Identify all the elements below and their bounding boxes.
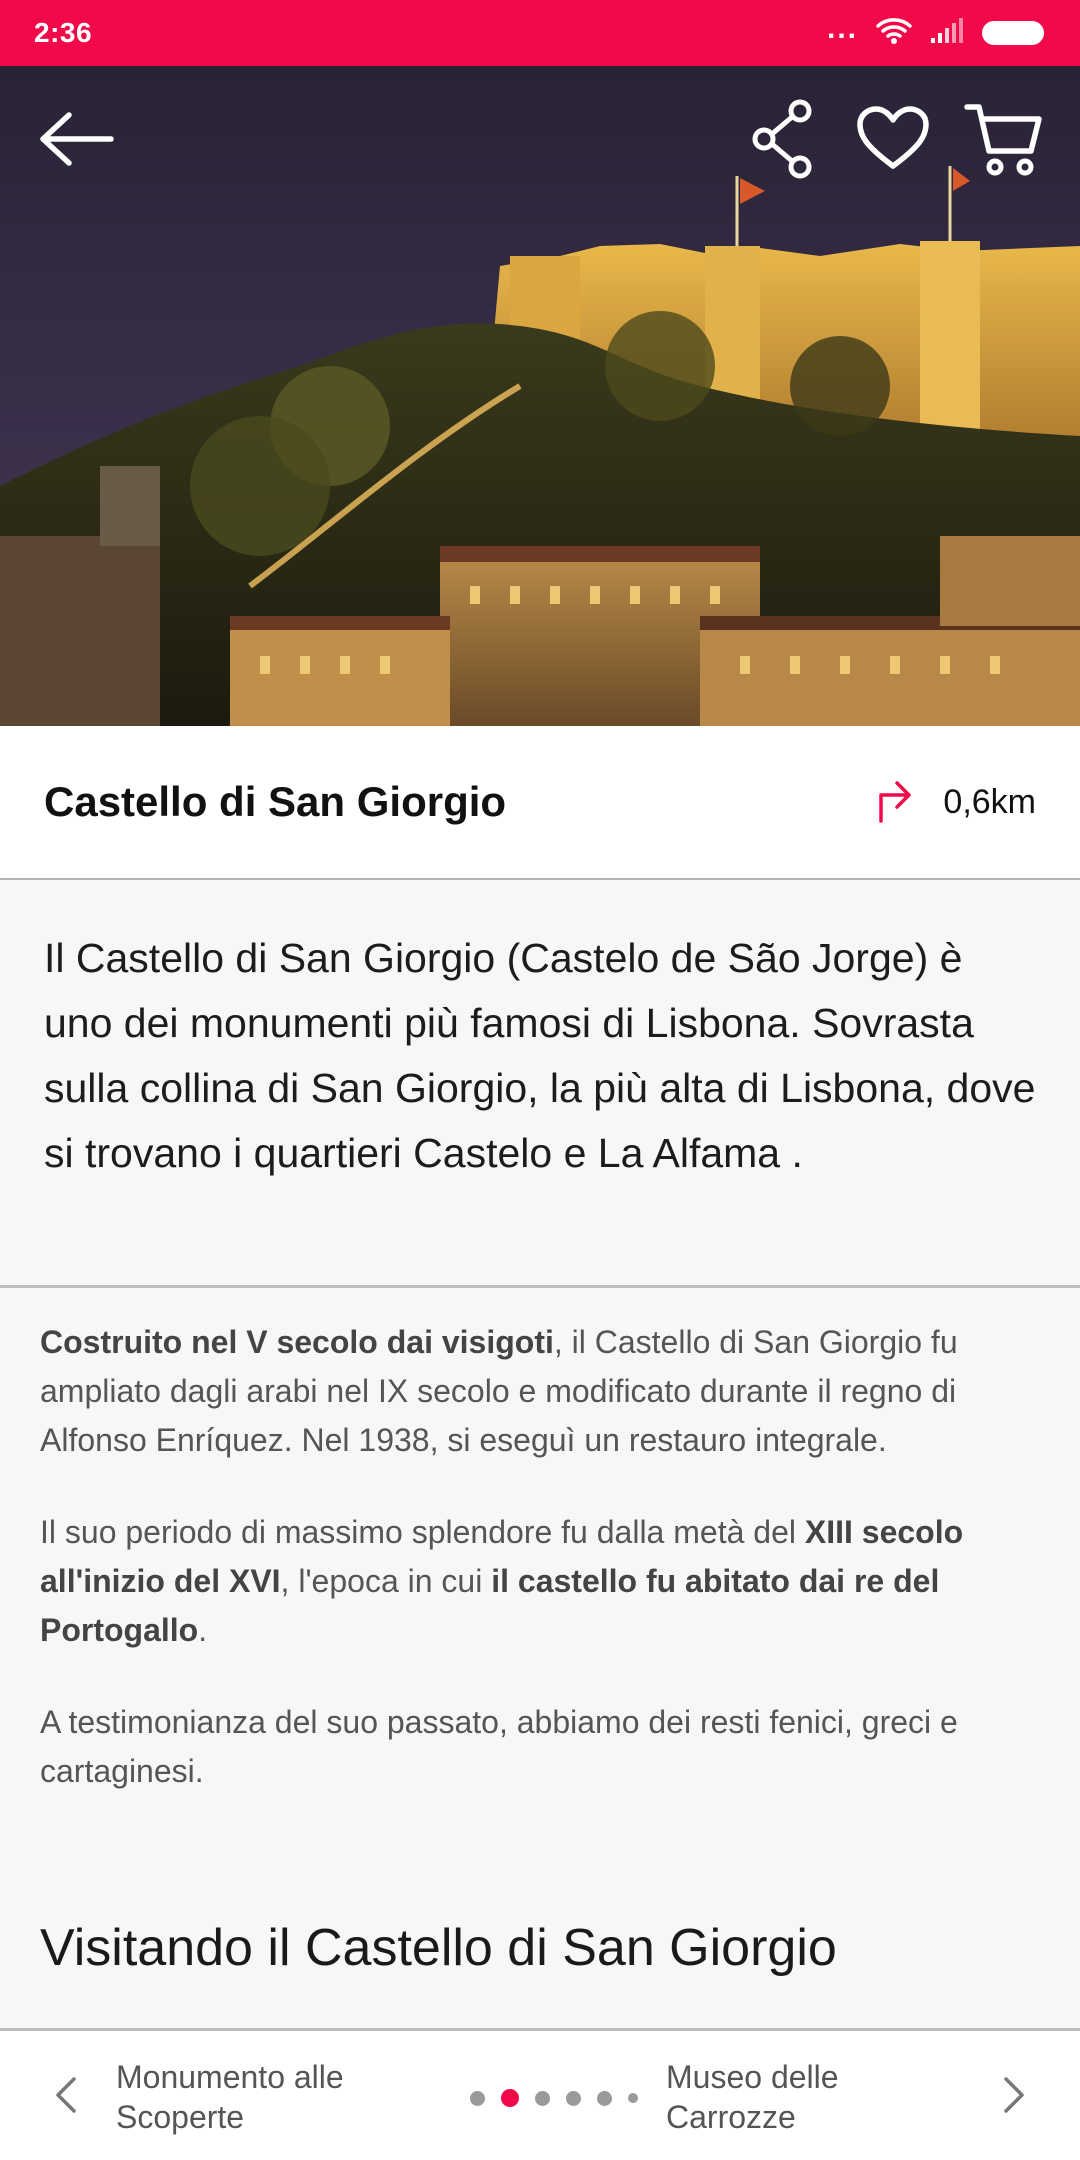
paragraph-2-c: , l'epoca in cui bbox=[280, 1563, 492, 1599]
pager-dot bbox=[566, 2090, 581, 2106]
previous-item-link[interactable]: Monumento alle Scoperte bbox=[116, 2057, 416, 2137]
status-bar: 2:36 ... bbox=[0, 0, 1080, 66]
paragraph-1-bold: Costruito nel V secolo dai visigoti bbox=[40, 1324, 554, 1360]
battery-icon bbox=[982, 21, 1044, 45]
intro-text: Il Castello di San Giorgio (Castelo de S… bbox=[44, 935, 1036, 1176]
page-indicator bbox=[470, 2089, 638, 2107]
paragraph-1: Costruito nel V secolo dai visigoti, il … bbox=[40, 1318, 1040, 1465]
status-time: 2:36 bbox=[34, 17, 93, 48]
pager-dot bbox=[501, 2089, 519, 2107]
pager-dot bbox=[470, 2090, 485, 2106]
wifi-icon bbox=[876, 17, 912, 50]
title-row: Castello di San Giorgio 0,6km bbox=[0, 726, 1080, 880]
more-dots: ... bbox=[826, 12, 858, 45]
paragraph-2: Il suo periodo di massimo splendore fu d… bbox=[40, 1508, 1040, 1655]
heart-icon bbox=[856, 105, 930, 177]
intro-section: Il Castello di San Giorgio (Castelo de S… bbox=[0, 880, 1080, 1288]
pager-dot bbox=[535, 2090, 550, 2106]
bottom-nav: Monumento alle Scoperte Museo delle Carr… bbox=[0, 2028, 1080, 2160]
back-arrow-icon bbox=[37, 109, 117, 174]
paragraph-3: A testimonianza del suo passato, abbiamo… bbox=[40, 1704, 958, 1789]
share-button[interactable] bbox=[738, 96, 828, 186]
cart-icon bbox=[963, 99, 1043, 184]
chevron-right-icon[interactable] bbox=[996, 2073, 1032, 2122]
distance-indicator[interactable]: 0,6km bbox=[875, 777, 1036, 828]
status-icons: ... bbox=[826, 12, 1044, 50]
hero-image bbox=[0, 66, 1080, 726]
pager-dot bbox=[628, 2093, 638, 2103]
distance-value: 0,6km bbox=[943, 782, 1036, 821]
pager-dot bbox=[597, 2090, 612, 2106]
next-item-link[interactable]: Museo delle Carrozze bbox=[666, 2057, 926, 2137]
back-button[interactable] bbox=[32, 96, 122, 186]
chevron-left-icon[interactable] bbox=[48, 2073, 84, 2122]
share-icon bbox=[750, 99, 816, 184]
favorite-button[interactable] bbox=[848, 96, 938, 186]
description-body: Costruito nel V secolo dai visigoti, il … bbox=[0, 1318, 1080, 1839]
signal-icon bbox=[930, 17, 964, 49]
cart-button[interactable] bbox=[958, 96, 1048, 186]
paragraph-2-a: Il suo periodo di massimo splendore fu d… bbox=[40, 1514, 805, 1550]
place-title: Castello di San Giorgio bbox=[44, 778, 507, 825]
turn-right-arrow-icon bbox=[875, 777, 915, 828]
paragraph-2-e: . bbox=[198, 1612, 208, 1648]
section-heading: Visitando il Castello di San Giorgio bbox=[40, 1919, 837, 1977]
